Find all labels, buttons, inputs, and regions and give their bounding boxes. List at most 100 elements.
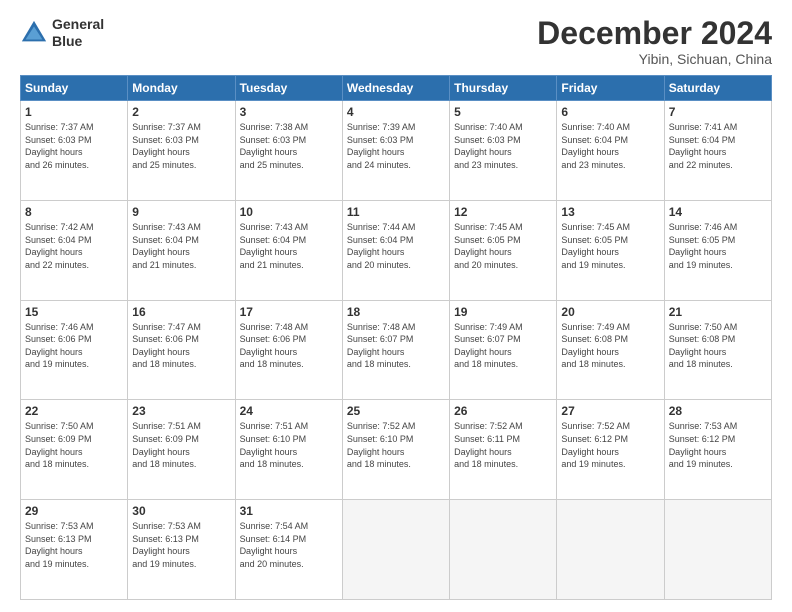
- day-number: 6: [561, 105, 659, 119]
- calendar-table: Sunday Monday Tuesday Wednesday Thursday…: [20, 75, 772, 600]
- calendar-cell: 29 Sunrise: 7:53 AM Sunset: 6:13 PM Dayl…: [21, 500, 128, 600]
- calendar-cell: 21 Sunrise: 7:50 AM Sunset: 6:08 PM Dayl…: [664, 300, 771, 400]
- calendar-cell: 8 Sunrise: 7:42 AM Sunset: 6:04 PM Dayli…: [21, 200, 128, 300]
- day-number: 30: [132, 504, 230, 518]
- calendar-cell: 20 Sunrise: 7:49 AM Sunset: 6:08 PM Dayl…: [557, 300, 664, 400]
- header: General Blue December 2024 Yibin, Sichua…: [20, 16, 772, 67]
- day-info: Sunrise: 7:46 AM Sunset: 6:06 PM Dayligh…: [25, 321, 123, 371]
- day-number: 12: [454, 205, 552, 219]
- calendar-cell: 2 Sunrise: 7:37 AM Sunset: 6:03 PM Dayli…: [128, 101, 235, 201]
- day-number: 24: [240, 404, 338, 418]
- calendar-cell: 4 Sunrise: 7:39 AM Sunset: 6:03 PM Dayli…: [342, 101, 449, 201]
- day-number: 26: [454, 404, 552, 418]
- calendar-week-2: 8 Sunrise: 7:42 AM Sunset: 6:04 PM Dayli…: [21, 200, 772, 300]
- day-info: Sunrise: 7:48 AM Sunset: 6:06 PM Dayligh…: [240, 321, 338, 371]
- day-info: Sunrise: 7:37 AM Sunset: 6:03 PM Dayligh…: [25, 121, 123, 171]
- calendar-cell: 10 Sunrise: 7:43 AM Sunset: 6:04 PM Dayl…: [235, 200, 342, 300]
- calendar-cell: 26 Sunrise: 7:52 AM Sunset: 6:11 PM Dayl…: [450, 400, 557, 500]
- calendar-cell: 18 Sunrise: 7:48 AM Sunset: 6:07 PM Dayl…: [342, 300, 449, 400]
- day-number: 15: [25, 305, 123, 319]
- day-number: 19: [454, 305, 552, 319]
- day-number: 27: [561, 404, 659, 418]
- calendar-cell: 25 Sunrise: 7:52 AM Sunset: 6:10 PM Dayl…: [342, 400, 449, 500]
- day-number: 31: [240, 504, 338, 518]
- calendar-cell: 7 Sunrise: 7:41 AM Sunset: 6:04 PM Dayli…: [664, 101, 771, 201]
- day-info: Sunrise: 7:39 AM Sunset: 6:03 PM Dayligh…: [347, 121, 445, 171]
- day-number: 4: [347, 105, 445, 119]
- logo: General Blue: [20, 16, 104, 50]
- logo-icon: [20, 19, 48, 47]
- day-info: Sunrise: 7:49 AM Sunset: 6:07 PM Dayligh…: [454, 321, 552, 371]
- day-number: 10: [240, 205, 338, 219]
- day-info: Sunrise: 7:52 AM Sunset: 6:12 PM Dayligh…: [561, 420, 659, 470]
- month-title: December 2024: [537, 16, 772, 51]
- calendar-header-row: Sunday Monday Tuesday Wednesday Thursday…: [21, 76, 772, 101]
- day-info: Sunrise: 7:41 AM Sunset: 6:04 PM Dayligh…: [669, 121, 767, 171]
- calendar-cell: 12 Sunrise: 7:45 AM Sunset: 6:05 PM Dayl…: [450, 200, 557, 300]
- day-info: Sunrise: 7:50 AM Sunset: 6:08 PM Dayligh…: [669, 321, 767, 371]
- day-info: Sunrise: 7:52 AM Sunset: 6:11 PM Dayligh…: [454, 420, 552, 470]
- day-info: Sunrise: 7:53 AM Sunset: 6:12 PM Dayligh…: [669, 420, 767, 470]
- col-tuesday: Tuesday: [235, 76, 342, 101]
- calendar-cell: [557, 500, 664, 600]
- calendar-cell: 28 Sunrise: 7:53 AM Sunset: 6:12 PM Dayl…: [664, 400, 771, 500]
- day-info: Sunrise: 7:51 AM Sunset: 6:10 PM Dayligh…: [240, 420, 338, 470]
- calendar-cell: 22 Sunrise: 7:50 AM Sunset: 6:09 PM Dayl…: [21, 400, 128, 500]
- day-info: Sunrise: 7:54 AM Sunset: 6:14 PM Dayligh…: [240, 520, 338, 570]
- calendar-cell: 13 Sunrise: 7:45 AM Sunset: 6:05 PM Dayl…: [557, 200, 664, 300]
- day-number: 8: [25, 205, 123, 219]
- day-number: 21: [669, 305, 767, 319]
- day-info: Sunrise: 7:53 AM Sunset: 6:13 PM Dayligh…: [132, 520, 230, 570]
- calendar-cell: 3 Sunrise: 7:38 AM Sunset: 6:03 PM Dayli…: [235, 101, 342, 201]
- col-thursday: Thursday: [450, 76, 557, 101]
- calendar-cell: [342, 500, 449, 600]
- calendar-cell: 9 Sunrise: 7:43 AM Sunset: 6:04 PM Dayli…: [128, 200, 235, 300]
- col-saturday: Saturday: [664, 76, 771, 101]
- calendar-cell: 1 Sunrise: 7:37 AM Sunset: 6:03 PM Dayli…: [21, 101, 128, 201]
- day-info: Sunrise: 7:44 AM Sunset: 6:04 PM Dayligh…: [347, 221, 445, 271]
- calendar-cell: 19 Sunrise: 7:49 AM Sunset: 6:07 PM Dayl…: [450, 300, 557, 400]
- calendar-cell: [664, 500, 771, 600]
- day-info: Sunrise: 7:52 AM Sunset: 6:10 PM Dayligh…: [347, 420, 445, 470]
- day-info: Sunrise: 7:43 AM Sunset: 6:04 PM Dayligh…: [240, 221, 338, 271]
- day-info: Sunrise: 7:37 AM Sunset: 6:03 PM Dayligh…: [132, 121, 230, 171]
- calendar-cell: 14 Sunrise: 7:46 AM Sunset: 6:05 PM Dayl…: [664, 200, 771, 300]
- page: General Blue December 2024 Yibin, Sichua…: [0, 0, 792, 612]
- day-number: 17: [240, 305, 338, 319]
- day-info: Sunrise: 7:38 AM Sunset: 6:03 PM Dayligh…: [240, 121, 338, 171]
- day-info: Sunrise: 7:45 AM Sunset: 6:05 PM Dayligh…: [454, 221, 552, 271]
- calendar-cell: 16 Sunrise: 7:47 AM Sunset: 6:06 PM Dayl…: [128, 300, 235, 400]
- calendar-cell: 17 Sunrise: 7:48 AM Sunset: 6:06 PM Dayl…: [235, 300, 342, 400]
- calendar-cell: 31 Sunrise: 7:54 AM Sunset: 6:14 PM Dayl…: [235, 500, 342, 600]
- day-info: Sunrise: 7:40 AM Sunset: 6:03 PM Dayligh…: [454, 121, 552, 171]
- day-info: Sunrise: 7:49 AM Sunset: 6:08 PM Dayligh…: [561, 321, 659, 371]
- day-number: 22: [25, 404, 123, 418]
- calendar-cell: 11 Sunrise: 7:44 AM Sunset: 6:04 PM Dayl…: [342, 200, 449, 300]
- logo-text: General Blue: [52, 16, 104, 50]
- day-number: 1: [25, 105, 123, 119]
- day-info: Sunrise: 7:48 AM Sunset: 6:07 PM Dayligh…: [347, 321, 445, 371]
- day-number: 13: [561, 205, 659, 219]
- col-wednesday: Wednesday: [342, 76, 449, 101]
- day-number: 2: [132, 105, 230, 119]
- day-number: 14: [669, 205, 767, 219]
- day-number: 3: [240, 105, 338, 119]
- calendar-week-5: 29 Sunrise: 7:53 AM Sunset: 6:13 PM Dayl…: [21, 500, 772, 600]
- day-info: Sunrise: 7:46 AM Sunset: 6:05 PM Dayligh…: [669, 221, 767, 271]
- location: Yibin, Sichuan, China: [537, 51, 772, 67]
- calendar-cell: 30 Sunrise: 7:53 AM Sunset: 6:13 PM Dayl…: [128, 500, 235, 600]
- day-info: Sunrise: 7:40 AM Sunset: 6:04 PM Dayligh…: [561, 121, 659, 171]
- calendar-week-1: 1 Sunrise: 7:37 AM Sunset: 6:03 PM Dayli…: [21, 101, 772, 201]
- col-monday: Monday: [128, 76, 235, 101]
- calendar-week-4: 22 Sunrise: 7:50 AM Sunset: 6:09 PM Dayl…: [21, 400, 772, 500]
- day-info: Sunrise: 7:53 AM Sunset: 6:13 PM Dayligh…: [25, 520, 123, 570]
- day-number: 9: [132, 205, 230, 219]
- calendar-cell: 27 Sunrise: 7:52 AM Sunset: 6:12 PM Dayl…: [557, 400, 664, 500]
- day-number: 23: [132, 404, 230, 418]
- day-info: Sunrise: 7:50 AM Sunset: 6:09 PM Dayligh…: [25, 420, 123, 470]
- day-number: 28: [669, 404, 767, 418]
- calendar-cell: 6 Sunrise: 7:40 AM Sunset: 6:04 PM Dayli…: [557, 101, 664, 201]
- day-number: 16: [132, 305, 230, 319]
- title-area: December 2024 Yibin, Sichuan, China: [537, 16, 772, 67]
- calendar-cell: 23 Sunrise: 7:51 AM Sunset: 6:09 PM Dayl…: [128, 400, 235, 500]
